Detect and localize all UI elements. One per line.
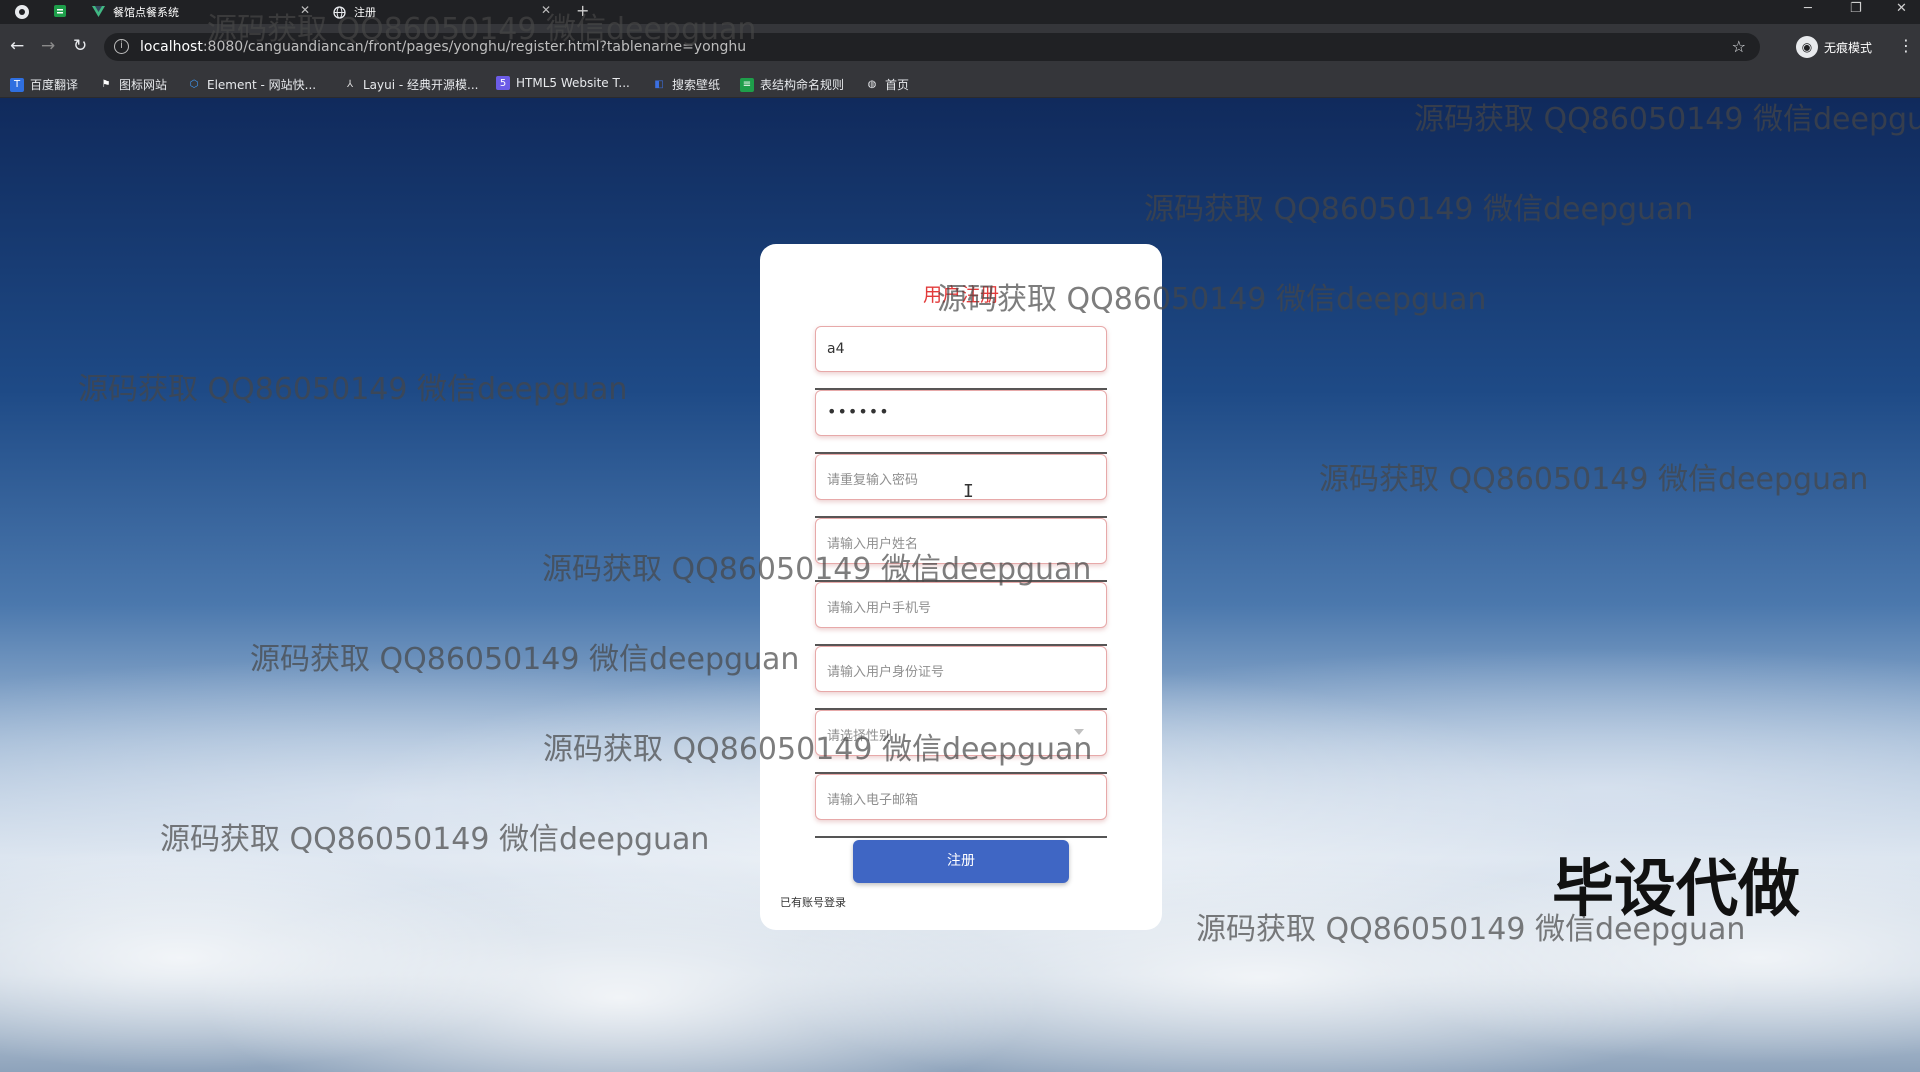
bookmark-item[interactable]: 5 HTML5 Website T...: [496, 76, 630, 90]
banner-watermark: 毕设代做: [1552, 852, 1801, 925]
bookmark-item[interactable]: ≡ 表结构命名规则: [740, 76, 844, 93]
register-button[interactable]: 注册: [853, 840, 1069, 883]
confirm-password-field: 请重复输入密码: [815, 454, 1107, 518]
confirm-password-input[interactable]: 请重复输入密码: [815, 454, 1107, 500]
bookmark-item[interactable]: ⚑ 图标网站: [99, 76, 168, 93]
info-icon[interactable]: i: [114, 39, 129, 54]
forward-arrow-icon[interactable]: →: [41, 36, 55, 56]
password-field: ••••••: [815, 390, 1107, 454]
bookmark-item[interactable]: ⬡ Element - 网站快...: [187, 76, 316, 93]
username-field: a4: [815, 326, 1107, 390]
watermark-text: 源码获取 QQ86050149 微信deepguan: [937, 282, 1487, 317]
wallpaper-icon: ◧: [654, 79, 664, 90]
tab-sheet-icon[interactable]: [53, 4, 69, 20]
close-window-button[interactable]: ✕: [1896, 1, 1907, 16]
element-icon: ⬡: [189, 79, 199, 90]
back-arrow-icon[interactable]: ←: [10, 36, 24, 56]
translate-icon: T: [10, 77, 24, 92]
vue-icon: [92, 6, 105, 19]
text-cursor-icon: I: [963, 481, 974, 502]
incognito-indicator[interactable]: ◉ 无痕模式: [1796, 36, 1872, 58]
watermark-text: 源码获取 QQ86050149 微信deepguan: [1319, 462, 1869, 497]
globe-icon: ◍: [867, 79, 877, 90]
bookmark-item[interactable]: ◧ 搜索壁纸: [652, 76, 720, 93]
phone-field: 请输入用户手机号: [815, 582, 1107, 646]
email-field: 请输入电子邮箱: [815, 774, 1107, 838]
layui-icon: ⅄: [346, 79, 354, 90]
sheet-icon: ≡: [740, 77, 754, 92]
login-link[interactable]: 已有账号登录: [780, 894, 846, 910]
bookmark-item[interactable]: T 百度翻译: [10, 76, 78, 93]
flag-icon: ⚑: [101, 79, 111, 90]
more-menu-icon[interactable]: ⋮: [1898, 36, 1914, 55]
tab-title: 餐馆点餐系统: [113, 6, 179, 19]
watermark-text: 源码获取 QQ86050149 微信deepguan: [160, 822, 710, 857]
reload-icon[interactable]: ↻: [73, 36, 87, 56]
username-input[interactable]: a4: [815, 326, 1107, 372]
watermark-text: 源码获取 QQ86050149 微信deepguan: [1414, 102, 1920, 137]
phone-input[interactable]: 请输入用户手机号: [815, 582, 1107, 628]
restore-button[interactable]: ❐: [1850, 1, 1862, 16]
watermark-text: 源码获取 QQ86050149 微信deepguan: [543, 732, 1093, 767]
incognito-icon: ◉: [1796, 36, 1818, 58]
bookmark-item[interactable]: ⅄ Layui - 经典开源模...: [343, 76, 479, 93]
watermark-text: 源码获取 QQ86050149 微信deepguan: [542, 552, 1092, 587]
watermark-text: 源码获取 QQ86050149 微信deepguan: [207, 12, 757, 47]
bookmark-star-icon[interactable]: ☆: [1732, 37, 1746, 56]
watermark-text: 源码获取 QQ86050149 微信deepguan: [78, 372, 628, 407]
email-input[interactable]: 请输入电子邮箱: [815, 774, 1107, 820]
idcard-input[interactable]: 请输入用户身份证号: [815, 646, 1107, 692]
bookmark-item[interactable]: ◍ 首页: [865, 76, 909, 93]
minimize-button[interactable]: ─: [1804, 1, 1812, 16]
incognito-label: 无痕模式: [1824, 40, 1873, 55]
html5-icon: 5: [496, 76, 510, 90]
watermark-text: 源码获取 QQ86050149 微信deepguan: [250, 642, 800, 677]
idcard-field: 请输入用户身份证号: [815, 646, 1107, 710]
browser-menu-icon[interactable]: [14, 4, 30, 20]
password-input[interactable]: ••••••: [815, 390, 1107, 436]
watermark-text: 源码获取 QQ86050149 微信deepguan: [1144, 192, 1694, 227]
